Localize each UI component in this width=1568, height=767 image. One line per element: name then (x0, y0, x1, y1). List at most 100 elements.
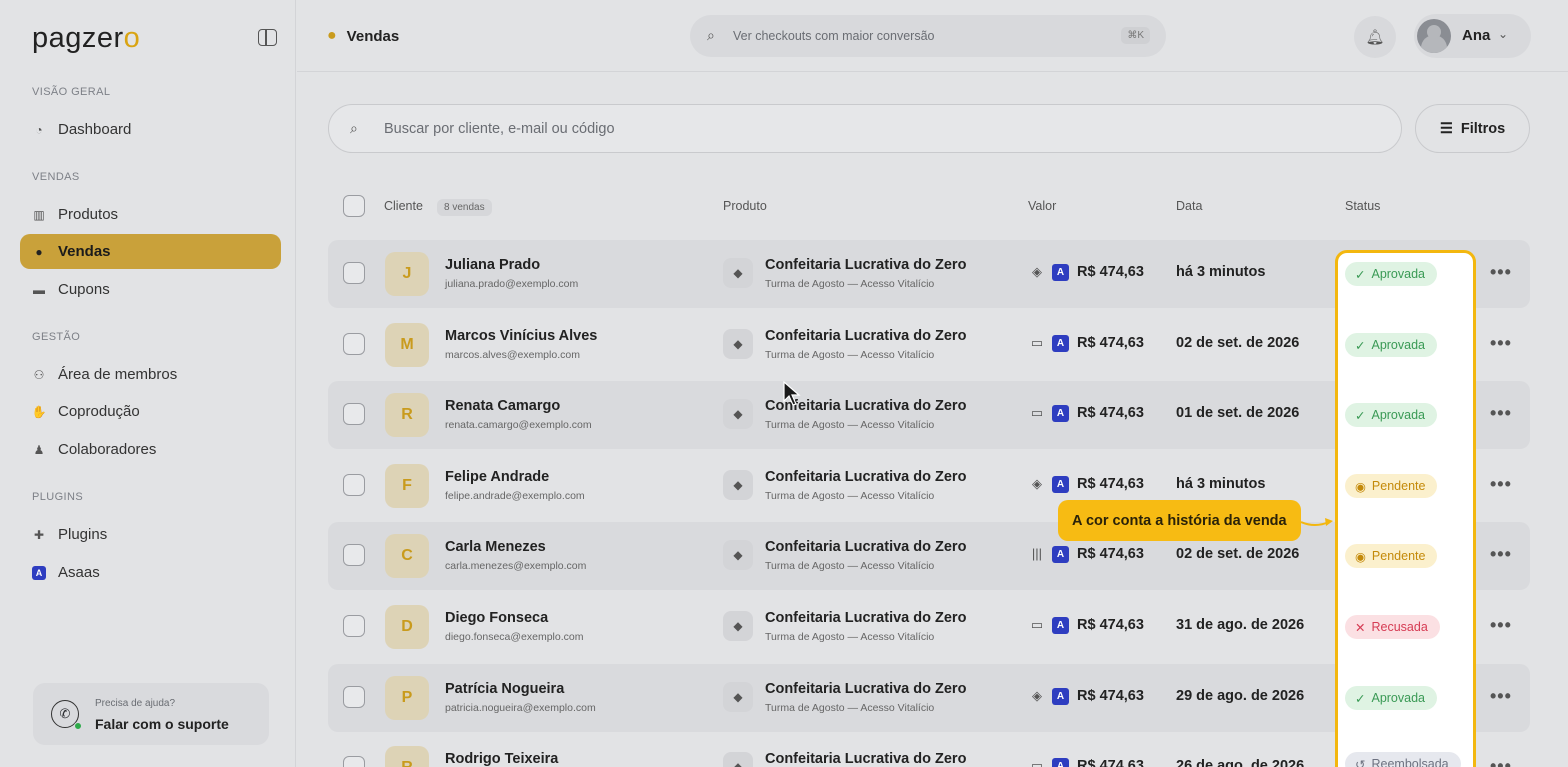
sales-count-badge: 8 vendas (437, 199, 492, 216)
product-name[interactable]: Confeitaria Lucrativa do Zero (765, 751, 966, 767)
sidebar-item-coupons[interactable]: ▬ Cupons (20, 272, 281, 307)
client-name[interactable]: Patrícia Nogueira (445, 681, 564, 697)
search-icon: ⌕ (707, 27, 715, 43)
notifications-bell-icon[interactable]: 🔔︎ (1354, 16, 1396, 58)
row-checkbox[interactable] (343, 615, 365, 637)
more-actions-icon[interactable]: ••• (1490, 333, 1512, 354)
logo[interactable]: pagzero (32, 22, 140, 55)
status-pending-icon: ◉ (1355, 549, 1366, 564)
status-badge: ✓ Aprovada (1345, 262, 1437, 286)
filters-button[interactable]: ☰ Filtros (1415, 104, 1530, 153)
card-payment-icon: ▭ (1030, 405, 1044, 420)
status-refunded-icon: ↺ (1355, 757, 1366, 767)
column-header-product[interactable]: Produto (723, 199, 767, 213)
sales-icon: ● (35, 244, 43, 259)
sidebar-item-label: Produtos (58, 206, 119, 223)
row-checkbox[interactable] (343, 262, 365, 284)
card-payment-icon: ▭ (1030, 335, 1044, 350)
status-label: Pendente (1371, 549, 1426, 563)
client-avatar: D (385, 605, 429, 649)
client-avatar: C (385, 534, 429, 578)
status-pending-icon: ◉ (1355, 479, 1366, 494)
sidebar-item-label: Cupons (58, 281, 110, 298)
more-actions-icon[interactable]: ••• (1490, 474, 1512, 495)
client-name[interactable]: Juliana Prado (445, 257, 540, 273)
client-name[interactable]: Diego Fonseca (445, 610, 548, 626)
sale-value: R$ 474,63 (1077, 617, 1144, 633)
column-header-date[interactable]: Data (1176, 199, 1202, 213)
status-approved-icon: ✓ (1355, 338, 1366, 353)
row-checkbox[interactable] (343, 403, 365, 425)
asaas-icon: A (1052, 476, 1069, 493)
column-header-client[interactable]: Cliente (384, 199, 423, 213)
avatar (1417, 19, 1451, 53)
sale-value: R$ 474,63 (1077, 758, 1144, 767)
mouse-cursor-icon (783, 381, 801, 406)
search-icon: ⌕ (350, 120, 358, 136)
more-actions-icon[interactable]: ••• (1490, 756, 1512, 767)
sidebar-item-sales[interactable]: ● Vendas (20, 234, 281, 269)
shortcut-badge: ⌘K (1121, 27, 1150, 44)
sale-date: há 3 minutos (1176, 476, 1266, 492)
breadcrumb: ● Vendas (327, 27, 399, 45)
column-header-value[interactable]: Valor (1028, 199, 1056, 213)
tag-icon: ◆ (723, 682, 753, 712)
row-checkbox[interactable] (343, 474, 365, 496)
select-all-checkbox[interactable] (343, 195, 365, 217)
dashboard-icon: ◔ (35, 122, 43, 137)
row-checkbox[interactable] (343, 686, 365, 708)
product-name[interactable]: Confeitaria Lucrativa do Zero (765, 610, 966, 626)
puzzle-icon: ✚ (33, 527, 45, 542)
sales-icon: ● (327, 27, 337, 44)
client-name[interactable]: Carla Menezes (445, 539, 546, 555)
asaas-icon: A (1052, 617, 1069, 634)
user-menu[interactable]: Ana ⌄ (1414, 14, 1531, 58)
asaas-icon: A (32, 565, 46, 580)
sale-value: R$ 474,63 (1077, 688, 1144, 704)
sidebar-toggle-icon[interactable] (258, 29, 277, 46)
more-actions-icon[interactable]: ••• (1490, 262, 1512, 283)
product-name[interactable]: Confeitaria Lucrativa do Zero (765, 539, 966, 555)
client-name[interactable]: Felipe Andrade (445, 469, 549, 485)
pix-payment-icon: ◈ (1032, 476, 1042, 491)
sidebar-item-products[interactable]: ▥ Produtos (20, 197, 281, 232)
product-name[interactable]: Confeitaria Lucrativa do Zero (765, 257, 966, 273)
product-name[interactable]: Confeitaria Lucrativa do Zero (765, 681, 966, 697)
product-name[interactable]: Confeitaria Lucrativa do Zero (765, 328, 966, 344)
user-icon: ♟ (33, 442, 45, 457)
sale-date: há 3 minutos (1176, 264, 1266, 280)
more-actions-icon[interactable]: ••• (1490, 615, 1512, 636)
row-checkbox[interactable] (343, 544, 365, 566)
client-name[interactable]: Rodrigo Teixeira (445, 751, 558, 767)
more-actions-icon[interactable]: ••• (1490, 686, 1512, 707)
more-actions-icon[interactable]: ••• (1490, 403, 1512, 424)
sliders-icon: ☰ (1439, 120, 1453, 137)
sidebar-item-asaas[interactable]: A Asaas (20, 555, 281, 590)
sidebar-item-plugins[interactable]: ✚ Plugins (20, 517, 281, 552)
product-name[interactable]: Confeitaria Lucrativa do Zero (765, 469, 966, 485)
sidebar-item-dashboard[interactable]: ◔ Dashboard (20, 112, 281, 147)
status-badge: ✕ Recusada (1345, 615, 1440, 639)
row-checkbox[interactable] (343, 333, 365, 355)
status-label: Pendente (1371, 479, 1426, 493)
status-label: Reembolsada (1371, 757, 1449, 767)
more-actions-icon[interactable]: ••• (1490, 544, 1512, 565)
client-name[interactable]: Renata Camargo (445, 398, 560, 414)
asaas-icon: A (1052, 546, 1069, 563)
row-checkbox[interactable] (343, 756, 365, 767)
status-approved-icon: ✓ (1355, 691, 1366, 706)
global-search-input[interactable]: ⌕ Ver checkouts com maior conversão ⌘K (690, 15, 1166, 57)
sidebar-item-coproduction[interactable]: ✋ Coprodução (20, 394, 281, 429)
user-name: Ana (1462, 27, 1491, 44)
members-icon: ⚇ (33, 367, 45, 382)
topbar: ● Vendas ⌕ Ver checkouts com maior conve… (297, 0, 1568, 72)
status-badge: ◉ Pendente (1345, 544, 1438, 568)
coupon-icon: ▬ (33, 282, 45, 297)
client-name[interactable]: Marcos Vinícius Alves (445, 328, 597, 344)
sales-search-input[interactable]: ⌕ Buscar por cliente, e-mail ou código (328, 104, 1402, 153)
sidebar-item-collaborators[interactable]: ♟ Colaboradores (20, 432, 281, 467)
callout-pointer (1301, 518, 1333, 526)
sidebar-item-members[interactable]: ⚇ Área de membros (20, 357, 281, 392)
support-card[interactable]: ✆ Precisa de ajuda? Falar com o suporte (33, 683, 269, 745)
column-header-status[interactable]: Status (1345, 199, 1380, 213)
